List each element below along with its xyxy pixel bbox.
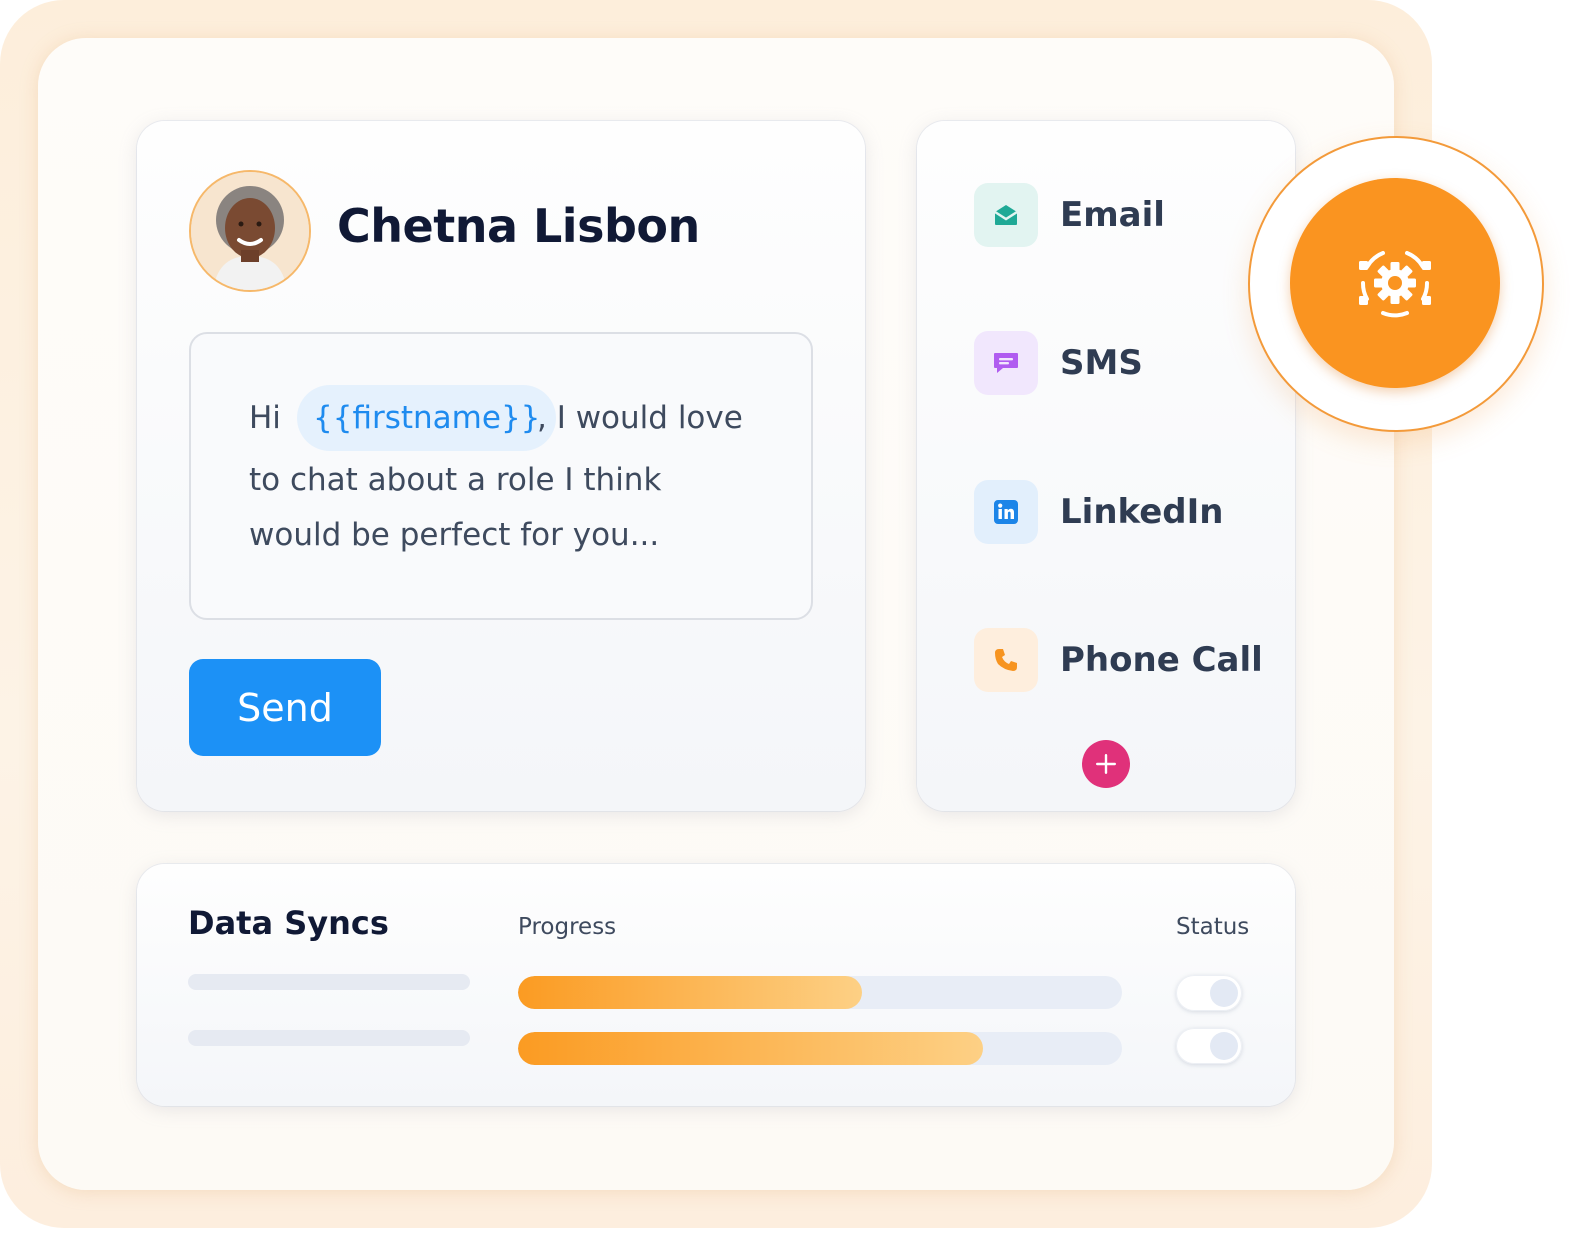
status-column-header: Status <box>1176 914 1250 940</box>
progress-column-header: Progress <box>518 914 617 940</box>
channel-label: SMS <box>1060 343 1143 383</box>
sync-progress-fill <box>518 1032 984 1065</box>
data-syncs-card: Data Syncs Progress Status <box>137 864 1295 1106</box>
message-card: Chetna Lisbon Hi {{firstname}} , I would… <box>137 121 865 811</box>
email-icon <box>974 183 1038 247</box>
sync-progress-fill <box>518 976 863 1009</box>
channel-label: Email <box>1060 195 1165 235</box>
settings-disc <box>1290 178 1500 388</box>
sync-progress-bar <box>518 976 1122 1009</box>
message-text-line2: to chat about a role I think <box>249 462 662 498</box>
toggle-knob <box>1210 1032 1238 1060</box>
contact-avatar <box>189 170 311 292</box>
channel-email[interactable]: Email <box>974 183 1165 247</box>
sync-progress-bar <box>518 1032 1122 1065</box>
settings-badge[interactable] <box>1248 136 1544 432</box>
channel-phone-call[interactable]: Phone Call <box>974 628 1263 692</box>
linkedin-icon <box>974 480 1038 544</box>
phone-icon <box>974 628 1038 692</box>
channel-sms[interactable]: SMS <box>974 331 1143 395</box>
channels-card: Email SMS LinkedIn Phone Call <box>917 121 1295 811</box>
stage: Chetna Lisbon Hi {{firstname}} , I would… <box>0 0 1592 1246</box>
channel-label: Phone Call <box>1060 640 1263 680</box>
sync-status-toggle[interactable] <box>1176 975 1242 1011</box>
person-avatar-icon <box>191 172 309 290</box>
message-textarea[interactable]: Hi {{firstname}} , I would love to chat … <box>189 332 813 620</box>
channel-label: LinkedIn <box>1060 492 1224 532</box>
plus-icon <box>1096 754 1116 774</box>
data-syncs-title: Data Syncs <box>188 904 389 942</box>
sync-row-name-placeholder <box>188 974 470 990</box>
contact-name: Chetna Lisbon <box>337 199 700 253</box>
channel-linkedin[interactable]: LinkedIn <box>974 480 1223 544</box>
sms-icon <box>974 331 1038 395</box>
add-channel-button[interactable] <box>1082 740 1130 788</box>
message-text-line1: , I would love <box>537 400 743 436</box>
message-text-line3: would be perfect for you... <box>249 517 660 553</box>
variable-token-chip[interactable]: {{firstname}} <box>297 385 557 451</box>
sync-row-name-placeholder <box>188 1030 470 1046</box>
toggle-knob <box>1210 979 1238 1007</box>
gear-icon <box>1359 251 1431 318</box>
message-greeting: Hi <box>249 400 281 436</box>
sync-status-toggle[interactable] <box>1176 1028 1242 1064</box>
send-button[interactable]: Send <box>189 659 381 756</box>
